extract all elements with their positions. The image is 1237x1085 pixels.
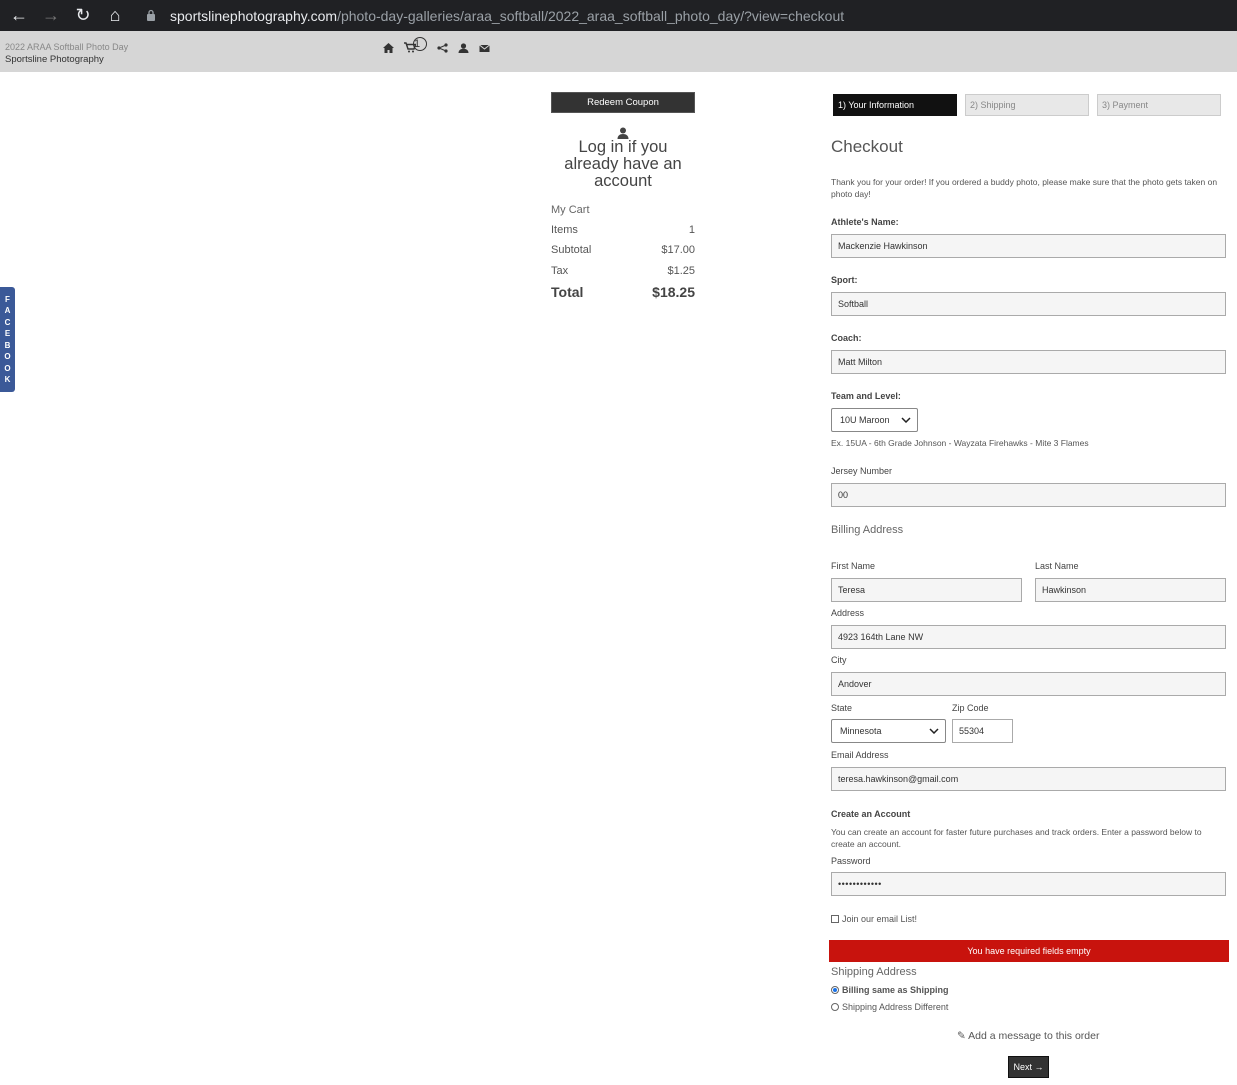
facebook-tab-letter: C bbox=[4, 317, 11, 327]
create-account-description: You can create an account for faster fut… bbox=[831, 827, 1202, 849]
share-icon[interactable] bbox=[437, 42, 448, 53]
reload-icon[interactable]: ↻ bbox=[67, 0, 99, 31]
password-input[interactable]: •••••••••••• bbox=[831, 872, 1226, 896]
redeem-coupon-button[interactable]: Redeem Coupon bbox=[551, 92, 695, 113]
create-account-heading: Create an Account bbox=[831, 809, 911, 819]
login-link[interactable]: Log in if you already have an account bbox=[551, 139, 695, 190]
home-icon[interactable] bbox=[383, 42, 394, 53]
address-label: Address bbox=[831, 608, 865, 618]
chevron-down-icon bbox=[901, 417, 911, 423]
email-list-checkbox-row[interactable]: Join our email List! bbox=[831, 914, 917, 924]
zip-code-label: Zip Code bbox=[952, 703, 989, 713]
step-shipping[interactable]: 2) Shipping bbox=[965, 94, 1089, 116]
cart-row-tax: Tax $1.25 bbox=[551, 265, 695, 277]
event-title: 2022 ARAA Softball Photo Day bbox=[5, 42, 129, 52]
cart-row-value: $17.00 bbox=[661, 244, 695, 256]
cart-row-items: Items 1 bbox=[551, 224, 695, 236]
cart-row-label: Subtotal bbox=[551, 244, 592, 256]
shipping-address-heading: Shipping Address bbox=[831, 966, 917, 978]
mail-icon[interactable] bbox=[479, 43, 490, 53]
team-level-value: 10U Maroon bbox=[840, 415, 890, 425]
cart-row-value: 1 bbox=[688, 224, 695, 236]
cart-row-total: Total $18.25 bbox=[551, 284, 695, 300]
jersey-number-input[interactable]: 00 bbox=[831, 483, 1226, 507]
add-message-label: Add a message to this order bbox=[968, 1030, 1100, 1042]
team-level-hint: Ex. 15UA - 6th Grade Johnson - Wayzata F… bbox=[831, 438, 1089, 448]
address-bar[interactable]: sportslinephotography.com/photo-day-gall… bbox=[170, 0, 844, 31]
add-message-link[interactable]: ✎ Add a message to this order bbox=[957, 1030, 1099, 1042]
jersey-number-label: Jersey Number bbox=[831, 466, 893, 476]
step-your-information[interactable]: 1) Your Information bbox=[833, 94, 957, 116]
address-input[interactable]: 4923 164th Lane NW bbox=[831, 625, 1226, 649]
lock-icon bbox=[147, 9, 155, 21]
cart-row-label: Items bbox=[551, 224, 578, 236]
pencil-icon: ✎ bbox=[957, 1030, 966, 1042]
email-list-label: Join our email List! bbox=[842, 914, 918, 924]
cart-row-value: $1.25 bbox=[667, 265, 695, 277]
sport-input[interactable]: Softball bbox=[831, 292, 1226, 316]
cart-count-badge: 1 bbox=[413, 36, 427, 51]
checkout-intro: Thank you for your order! If you ordered… bbox=[831, 177, 1218, 199]
coach-label: Coach: bbox=[831, 333, 862, 343]
cart-row-label: Tax bbox=[551, 265, 569, 277]
facebook-tab-letter: F bbox=[5, 294, 10, 304]
ship-different-radio[interactable] bbox=[831, 1003, 839, 1011]
ship-same-radio[interactable] bbox=[831, 986, 839, 994]
first-name-input[interactable]: Teresa bbox=[831, 578, 1022, 602]
ship-same-label: Billing same as Shipping bbox=[842, 985, 949, 995]
page-title: Checkout bbox=[831, 137, 903, 156]
step-payment[interactable]: 3) Payment bbox=[1097, 94, 1221, 116]
first-name-label: First Name bbox=[831, 561, 876, 571]
team-level-select[interactable]: 10U Maroon bbox=[831, 408, 918, 432]
site-name[interactable]: Sportsline Photography bbox=[5, 54, 104, 65]
facebook-side-tab[interactable]: FACEBOOK bbox=[0, 287, 15, 392]
state-select[interactable]: Minnesota bbox=[831, 719, 946, 743]
back-icon[interactable]: ← bbox=[3, 0, 35, 31]
chevron-down-icon bbox=[929, 728, 939, 734]
zip-code-input[interactable]: 55304 bbox=[952, 719, 1013, 743]
cart-title: My Cart bbox=[551, 204, 590, 216]
cart-total-value: $18.25 bbox=[652, 284, 695, 300]
last-name-label: Last Name bbox=[1035, 561, 1079, 571]
facebook-tab-letter: B bbox=[4, 340, 11, 350]
facebook-tab-letter: A bbox=[4, 306, 11, 315]
facebook-tab-letter: K bbox=[4, 375, 11, 384]
error-banner: You have required fields empty bbox=[829, 940, 1229, 962]
cart-total-label: Total bbox=[551, 284, 584, 300]
facebook-tab-letter: O bbox=[4, 352, 11, 361]
ship-different-label: Shipping Address Different bbox=[842, 1002, 949, 1012]
athlete-name-label: Athlete's Name: bbox=[831, 217, 899, 227]
ship-different-option[interactable]: Shipping Address Different bbox=[831, 1002, 948, 1012]
url-path: /photo-day-galleries/araa_softball/2022_… bbox=[337, 7, 845, 24]
header-icons: 1 bbox=[383, 36, 490, 53]
email-list-checkbox[interactable] bbox=[831, 915, 839, 923]
last-name-input[interactable]: Hawkinson bbox=[1035, 578, 1226, 602]
forward-icon[interactable]: → bbox=[35, 0, 67, 31]
url-host: sportslinephotography.com bbox=[170, 7, 338, 24]
facebook-tab-letter: O bbox=[4, 363, 11, 373]
email-label: Email Address bbox=[831, 750, 889, 760]
password-label: Password bbox=[831, 856, 871, 866]
athlete-name-input[interactable]: Mackenzie Hawkinson bbox=[831, 234, 1226, 258]
sport-label: Sport: bbox=[831, 275, 858, 285]
team-level-label: Team and Level: bbox=[831, 391, 901, 401]
home-icon[interactable]: ⌂ bbox=[99, 0, 131, 31]
cart-icon[interactable]: 1 bbox=[404, 36, 427, 53]
site-header: 2022 ARAA Softball Photo Day Sportsline … bbox=[0, 31, 1237, 72]
state-value: Minnesota bbox=[840, 726, 882, 736]
city-input[interactable]: Andover bbox=[831, 672, 1226, 696]
cart-row-subtotal: Subtotal $17.00 bbox=[551, 244, 695, 256]
browser-toolbar: ← → ↻ ⌂ sportslinephotography.com/photo-… bbox=[0, 0, 1237, 31]
email-input[interactable]: teresa.hawkinson@gmail.com bbox=[831, 767, 1226, 791]
city-label: City bbox=[831, 655, 847, 665]
facebook-tab-letter: E bbox=[4, 329, 11, 338]
billing-address-heading: Billing Address bbox=[831, 524, 904, 536]
next-button[interactable]: Next → bbox=[1008, 1056, 1049, 1078]
ship-same-option[interactable]: Billing same as Shipping bbox=[831, 985, 949, 995]
coach-input[interactable]: Matt Milton bbox=[831, 350, 1226, 374]
user-icon[interactable] bbox=[458, 42, 469, 53]
state-label: State bbox=[831, 703, 853, 713]
